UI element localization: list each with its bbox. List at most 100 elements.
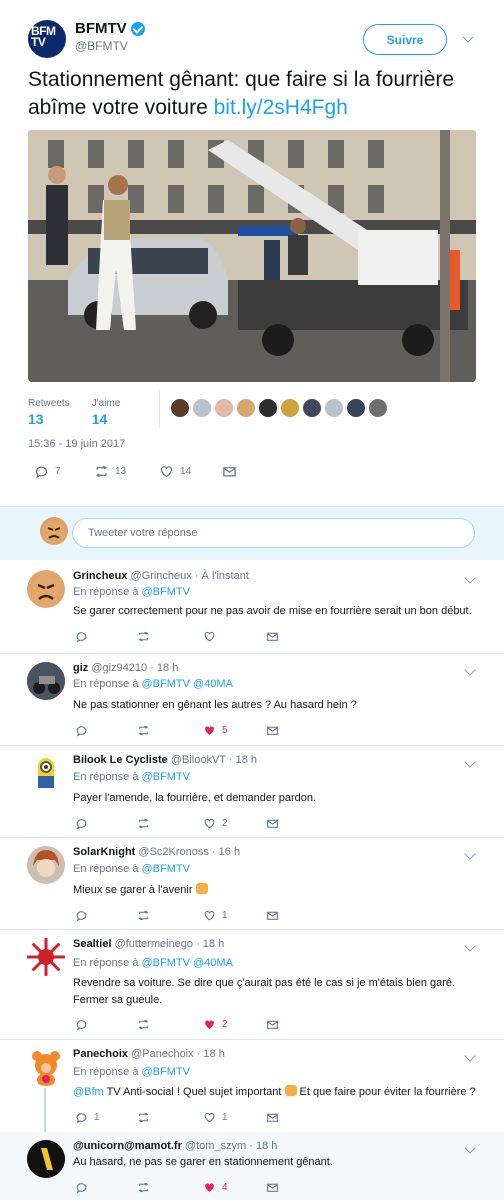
stats-separator: [159, 390, 160, 428]
reply-author-meta[interactable]: @BilookVT · 18 h: [171, 754, 257, 766]
more-options-chevron-icon[interactable]: [462, 31, 474, 43]
liker-avatar[interactable]: [302, 398, 322, 418]
like-action[interactable]: 1: [203, 1111, 228, 1124]
reply-author-name[interactable]: giz: [73, 662, 88, 674]
liker-avatar[interactable]: [258, 398, 278, 418]
reply-tweet[interactable]: giz @giz94210 · 18 h En réponse à @BFMTV…: [0, 654, 504, 746]
in-reply-mentions[interactable]: @BFMTV @40MA: [142, 957, 233, 969]
reply-author-name[interactable]: Panechoix: [73, 1048, 128, 1060]
reply-avatar[interactable]: [27, 754, 65, 792]
reply-action[interactable]: 1: [75, 1111, 100, 1124]
in-reply-mentions[interactable]: @BFMTV: [142, 771, 190, 783]
retweet-action[interactable]: [137, 817, 150, 830]
like-action[interactable]: 4: [203, 1181, 228, 1194]
reply-action[interactable]: [75, 909, 88, 922]
message-action[interactable]: [266, 909, 279, 922]
reply-author-meta[interactable]: @futtermeinego · 18 h: [115, 938, 225, 950]
author-handle[interactable]: @BFMTV: [75, 39, 128, 53]
like-action[interactable]: 2: [203, 1018, 228, 1031]
reply-author-name[interactable]: SolarKnight: [73, 846, 135, 858]
retweet-action[interactable]: [137, 1018, 150, 1031]
like-action[interactable]: 1: [203, 909, 228, 922]
liker-avatar[interactable]: [170, 398, 190, 418]
like-action[interactable]: 5: [203, 724, 228, 737]
in-reply-mentions[interactable]: @BFMTV: [142, 586, 190, 598]
message-action[interactable]: [266, 1018, 279, 1031]
likes-stat[interactable]: J'aime 14: [92, 398, 121, 427]
author-name[interactable]: BFMTV: [75, 20, 145, 37]
in-reply-mentions[interactable]: @BFMTV @40MA: [142, 678, 233, 690]
like-action[interactable]: 14: [159, 464, 191, 479]
reply-action[interactable]: [75, 817, 88, 830]
reply-tweet[interactable]: Sealtiel @futtermeinego · 18 h En répons…: [0, 930, 504, 1040]
tweet-timestamp[interactable]: 15:36 - 19 juin 2017: [28, 438, 125, 450]
retweet-action[interactable]: [137, 1181, 150, 1194]
reply-avatar[interactable]: [27, 570, 65, 608]
reply-author-name[interactable]: Grincheux: [73, 570, 127, 582]
liker-avatar[interactable]: [236, 398, 256, 418]
liker-avatar[interactable]: [324, 398, 344, 418]
tweet-link[interactable]: bit.ly/2sH4Fgh: [214, 96, 348, 119]
more-options-chevron-icon[interactable]: [464, 664, 476, 676]
reply-author-name[interactable]: Sealtiel: [73, 938, 112, 950]
reply-avatar[interactable]: [27, 938, 65, 976]
reply-tweet[interactable]: SolarKnight @Sc2Kronoss · 16 h En répons…: [0, 838, 504, 930]
bfmtv-avatar[interactable]: BFM TV: [28, 20, 66, 58]
more-options-chevron-icon[interactable]: [464, 1142, 476, 1154]
more-options-chevron-icon[interactable]: [464, 848, 476, 860]
retweet-action[interactable]: [137, 630, 150, 643]
more-options-chevron-icon[interactable]: [464, 940, 476, 952]
reply-tweet[interactable]: Grincheux @Grincheux · À l'instant En ré…: [0, 562, 504, 654]
reply-action[interactable]: 7: [34, 464, 61, 479]
message-action[interactable]: [266, 724, 279, 737]
reply-author-name[interactable]: Bilook Le Cycliste: [73, 754, 168, 766]
liker-avatar[interactable]: [280, 398, 300, 418]
message-action[interactable]: [266, 1181, 279, 1194]
liker-avatar[interactable]: [214, 398, 234, 418]
in-reply-mentions[interactable]: @BFMTV: [142, 863, 190, 875]
reply-text-mention[interactable]: @Bfm: [73, 1086, 104, 1098]
reply-tweet[interactable]: Panechoix @Panechoix · 18 h En réponse à…: [0, 1040, 504, 1134]
reply-header: giz @giz94210 · 18 h: [73, 662, 178, 674]
reply-author-meta[interactable]: @tom_szym · 18 h: [185, 1140, 277, 1152]
reply-tweet[interactable]: Bilook Le Cycliste @BilookVT · 18 h En r…: [0, 746, 504, 838]
message-action[interactable]: [266, 817, 279, 830]
reply-input[interactable]: Tweeter votre réponse: [72, 518, 475, 548]
retweet-action[interactable]: [137, 724, 150, 737]
liker-avatar[interactable]: [368, 398, 388, 418]
reply-author-meta[interactable]: @Panechoix · 18 h: [131, 1048, 225, 1060]
retweet-action[interactable]: [137, 909, 150, 922]
liker-avatar[interactable]: [346, 398, 366, 418]
retweets-value[interactable]: 13: [28, 411, 70, 427]
like-action[interactable]: 2: [203, 817, 228, 830]
message-action[interactable]: [222, 464, 237, 479]
like-action[interactable]: [203, 630, 222, 643]
reply-author-meta[interactable]: @Sc2Kronoss · 16 h: [138, 846, 240, 858]
more-options-chevron-icon[interactable]: [464, 572, 476, 584]
in-reply-mentions[interactable]: @BFMTV: [142, 1066, 190, 1078]
reply-avatar[interactable]: [27, 846, 65, 884]
author-name-label[interactable]: BFMTV: [75, 20, 127, 37]
reply-avatar[interactable]: [27, 1140, 65, 1178]
reply-action[interactable]: [75, 1181, 88, 1194]
retweets-stat[interactable]: Retweets 13: [28, 398, 70, 427]
liker-avatar[interactable]: [192, 398, 212, 418]
likes-value[interactable]: 14: [92, 411, 121, 427]
message-action[interactable]: [266, 1111, 279, 1124]
message-action[interactable]: [266, 630, 279, 643]
retweet-action[interactable]: [137, 1111, 150, 1124]
tweet-photo[interactable]: [28, 130, 476, 382]
retweet-action[interactable]: 13: [94, 464, 126, 479]
reply-author-meta[interactable]: @Grincheux · À l'instant: [130, 570, 248, 582]
reply-action[interactable]: [75, 1018, 88, 1031]
reply-avatar[interactable]: [27, 1048, 65, 1086]
follow-button[interactable]: Suivre: [363, 24, 447, 55]
reply-action[interactable]: [75, 630, 88, 643]
reply-action[interactable]: [75, 724, 88, 737]
reply-author-name[interactable]: @unicorn@mamot.fr: [73, 1140, 182, 1152]
reply-avatar[interactable]: [27, 662, 65, 700]
reply-author-meta[interactable]: @giz94210 · 18 h: [91, 662, 178, 674]
reply-tweet[interactable]: @unicorn@mamot.fr @tom_szym · 18 h Au ha…: [0, 1132, 504, 1200]
more-options-chevron-icon[interactable]: [464, 1050, 476, 1062]
more-options-chevron-icon[interactable]: [464, 756, 476, 768]
